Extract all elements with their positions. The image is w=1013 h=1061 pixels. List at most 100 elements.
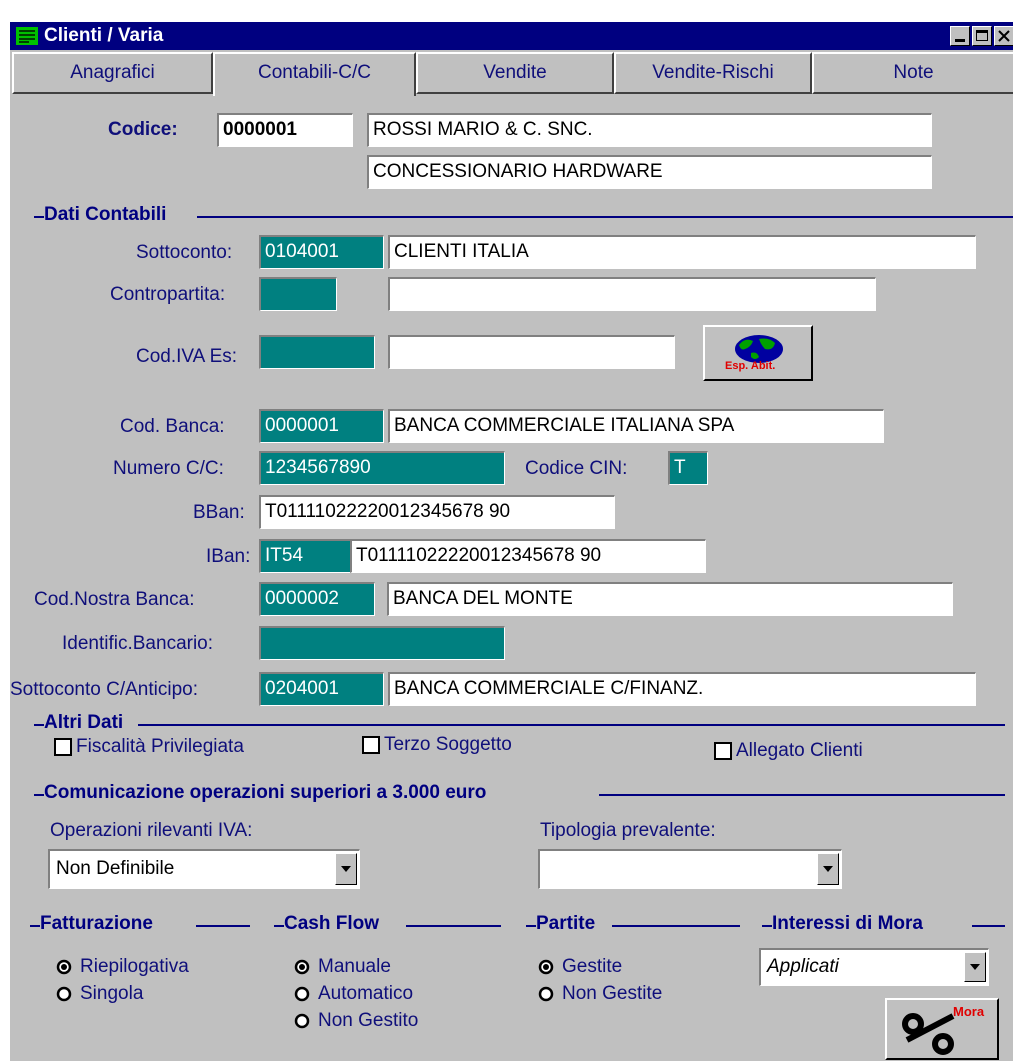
tab-vendite[interactable]: Vendite xyxy=(416,52,614,94)
manuale-label: Manuale xyxy=(318,956,391,977)
cod-nostra-banca-desc-input[interactable]: BANCA DEL MONTE xyxy=(387,582,953,616)
numero-cc-label: Numero C/C: xyxy=(113,458,224,479)
chevron-down-icon xyxy=(341,866,351,872)
section-divider xyxy=(972,925,1005,927)
chevron-down-icon xyxy=(823,866,833,872)
contropartita-label: Contropartita: xyxy=(110,284,226,305)
manuale-radio[interactable] xyxy=(294,959,310,975)
singola-radio[interactable] xyxy=(56,986,72,1002)
non-gestite-label: Non Gestite xyxy=(562,983,663,1004)
interessi-mora-value: Applicati xyxy=(767,956,839,977)
cod-iva-es-code-input[interactable] xyxy=(259,335,375,369)
fiscalita-privilegiata-checkbox[interactable] xyxy=(54,738,72,756)
fiscalita-privilegiata-label: Fiscalità Privilegiata xyxy=(76,736,244,757)
non-gestito-label: Non Gestito xyxy=(318,1010,419,1031)
codice-input[interactable]: 0000001 xyxy=(217,113,353,147)
bban-input[interactable]: T01111022220012345678 90 xyxy=(259,495,615,529)
allegato-clienti-label: Allegato Clienti xyxy=(736,740,863,761)
interessi-mora-dropdown-button[interactable] xyxy=(964,952,986,982)
contropartita-desc-input[interactable] xyxy=(388,277,876,311)
close-button[interactable] xyxy=(994,26,1013,46)
sottoconto-anticipo-desc-input[interactable]: BANCA COMMERCIALE C/FINANZ. xyxy=(388,672,976,706)
bban-label: BBan: xyxy=(193,502,245,523)
cod-iva-es-label: Cod.IVA Es: xyxy=(136,346,238,367)
section-divider xyxy=(406,925,501,927)
allegato-clienti-checkbox[interactable] xyxy=(714,742,732,760)
operazioni-rilevanti-value: Non Definibile xyxy=(56,858,175,879)
partite-title: Partite xyxy=(536,913,596,934)
minimize-button[interactable] xyxy=(950,26,970,46)
section-dash xyxy=(526,925,536,927)
cod-banca-code-input[interactable]: 0000001 xyxy=(259,409,384,443)
section-dash xyxy=(30,925,40,927)
globe-icon xyxy=(735,335,783,363)
tipologia-prevalente-dropdown-button[interactable] xyxy=(817,853,839,885)
iban-input[interactable]: T01111022220012345678 90 xyxy=(350,539,706,573)
section-divider xyxy=(599,794,1005,796)
numero-cc-input[interactable]: 1234567890 xyxy=(259,451,505,485)
identific-bancario-input[interactable] xyxy=(259,626,505,660)
esp-abit-label: Esp. Abit. xyxy=(725,360,776,372)
identific-bancario-label: Identific.Bancario: xyxy=(62,633,214,654)
interessi-mora-title: Interessi di Mora xyxy=(772,913,923,934)
terzo-soggetto-label: Terzo Soggetto xyxy=(384,734,512,755)
tipologia-prevalente-select[interactable] xyxy=(538,849,842,889)
cod-banca-desc-input[interactable]: BANCA COMMERCIALE ITALIANA SPA xyxy=(388,409,884,443)
close-icon xyxy=(998,30,1010,42)
riepilogativa-label: Riepilogativa xyxy=(80,956,189,977)
codice-label: Codice: xyxy=(108,119,178,140)
tab-note[interactable]: Note xyxy=(812,52,1013,94)
section-dash xyxy=(34,216,44,218)
cod-banca-label: Cod. Banca: xyxy=(120,416,225,437)
descrizione-input[interactable]: CONCESSIONARIO HARDWARE xyxy=(367,155,932,189)
chevron-down-icon xyxy=(970,964,980,970)
tab-vendite-rischi[interactable]: Vendite-Rischi xyxy=(614,52,812,94)
section-dash xyxy=(34,724,44,726)
codice-cin-label: Codice CIN: xyxy=(525,458,628,479)
iban-prefix-input[interactable]: IT54 xyxy=(259,539,353,573)
terzo-soggetto-checkbox[interactable] xyxy=(362,736,380,754)
singola-label: Singola xyxy=(80,983,144,1004)
sottoconto-code-input[interactable]: 0104001 xyxy=(259,235,384,269)
maximize-button[interactable] xyxy=(972,26,992,46)
dati-contabili-title: Dati Contabili xyxy=(44,204,167,225)
section-dash xyxy=(274,925,284,927)
mora-label: Mora xyxy=(953,1004,985,1019)
cash-flow-title: Cash Flow xyxy=(284,913,380,934)
automatico-label: Automatico xyxy=(318,983,414,1004)
mora-button[interactable]: Mora xyxy=(885,998,999,1060)
sottoconto-anticipo-code-input[interactable]: 0204001 xyxy=(259,672,384,706)
section-divider xyxy=(197,216,1013,218)
riepilogativa-radio[interactable] xyxy=(56,959,72,975)
interessi-mora-select[interactable]: Applicati xyxy=(759,948,989,986)
section-divider xyxy=(612,925,740,927)
contropartita-code-input[interactable] xyxy=(259,277,337,311)
iban-label: IBan: xyxy=(206,546,251,567)
esp-abit-button[interactable]: Esp. Abit. xyxy=(703,325,813,381)
cod-nostra-banca-code-input[interactable]: 0000002 xyxy=(259,582,375,616)
ragione-sociale-input[interactable]: ROSSI MARIO & C. SNC. xyxy=(367,113,932,147)
operazioni-rilevanti-dropdown-button[interactable] xyxy=(335,853,357,885)
codice-cin-input[interactable]: T xyxy=(668,451,708,485)
cod-iva-es-desc-input[interactable] xyxy=(388,335,675,369)
fatturazione-title: Fatturazione xyxy=(40,913,153,934)
tab-anagrafici[interactable]: Anagrafici xyxy=(12,52,213,94)
tab-contabili-cc[interactable]: Contabili-C/C xyxy=(213,52,416,96)
cod-nostra-banca-label: Cod.Nostra Banca: xyxy=(34,589,195,610)
automatico-radio[interactable] xyxy=(294,986,310,1002)
title-bar: Clienti / Varia xyxy=(10,22,1013,50)
non-gestite-radio[interactable] xyxy=(538,986,554,1002)
non-gestito-radio[interactable] xyxy=(294,1013,310,1029)
tipologia-prevalente-label: Tipologia prevalente: xyxy=(540,820,716,841)
sottoconto-label: Sottoconto: xyxy=(136,242,233,263)
comunicazione-title: Comunicazione operazioni superiori a 3.0… xyxy=(44,782,487,803)
gestite-radio[interactable] xyxy=(538,959,554,975)
operazioni-rilevanti-select[interactable]: Non Definibile xyxy=(48,849,360,889)
window-title: Clienti / Varia xyxy=(44,25,164,46)
gestite-label: Gestite xyxy=(562,956,623,977)
window-app-icon xyxy=(16,27,38,45)
section-dash xyxy=(34,794,44,796)
sottoconto-anticipo-label: Sottoconto C/Anticipo: xyxy=(10,679,198,700)
sottoconto-desc-input[interactable]: CLIENTI ITALIA xyxy=(388,235,976,269)
clienti-varia-window: Clienti / Varia Anagrafici Contabili-C/C… xyxy=(8,20,1013,1061)
